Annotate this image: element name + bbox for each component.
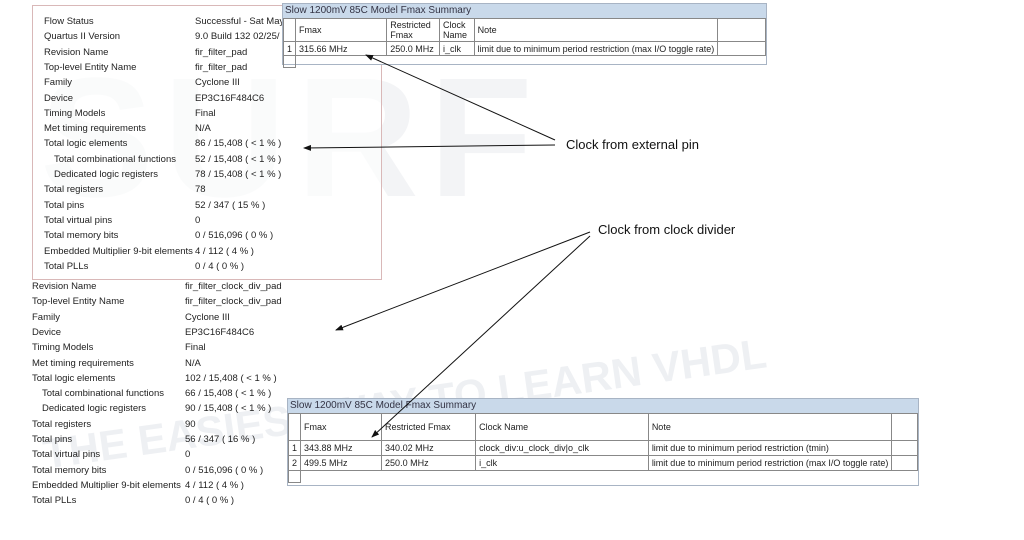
summary-value: 0 / 4 ( 0 % ) [185,495,235,507]
summary-label: Met timing requirements [32,357,134,369]
summary-label: Total combinational functions [42,388,164,400]
summary-value: N/A [185,357,201,369]
arrow [303,144,556,151]
summary-label: Total pins [32,434,73,445]
arrow [335,231,591,331]
summary-label: Timing Models [32,342,94,354]
summary-value: fir_filter_clock_div_pad [185,281,282,292]
summary-value: 0 / 516,096 ( 0 % ) [185,464,264,476]
summary-value: 102 / 15,408 ( < 1 % ) [185,372,277,384]
summary-value: 66 / 15,408 ( < 1 % ) [185,388,272,400]
summary-label: Total registers [32,418,92,430]
summary-label: Embedded Multiplier 9-bit elements [32,479,181,491]
summary-value: 90 [185,418,196,430]
summary-label: Total virtual pins [32,449,101,461]
summary-label: Total PLLs [32,495,77,507]
summary-label: Total logic elements [32,372,116,384]
arrow [365,54,556,141]
summary-value: Cyclone III [185,311,230,323]
summary-label: Total memory bits [32,464,107,476]
summary-value: EP3C16F484C6 [185,326,255,338]
summary-label: Dedicated logic registers [42,403,147,415]
summary-label: Top-level Entity Name [32,296,125,308]
summary-value: 0 [185,449,191,461]
summary-label: Family [32,311,60,323]
annotation-arrows [303,54,591,438]
summary-value: Final [185,342,206,354]
summary-value: 90 / 15,408 ( < 1 % ) [185,403,272,415]
summary-label: Revision Name [32,281,97,292]
summary-value: 56 / 347 ( 16 % ) [185,434,256,445]
summary-label: Device [32,326,62,338]
arrow [371,235,591,438]
summary-value: fir_filter_clock_div_pad [185,296,282,308]
summary-value: 4 / 112 ( 4 % ) [185,479,244,491]
